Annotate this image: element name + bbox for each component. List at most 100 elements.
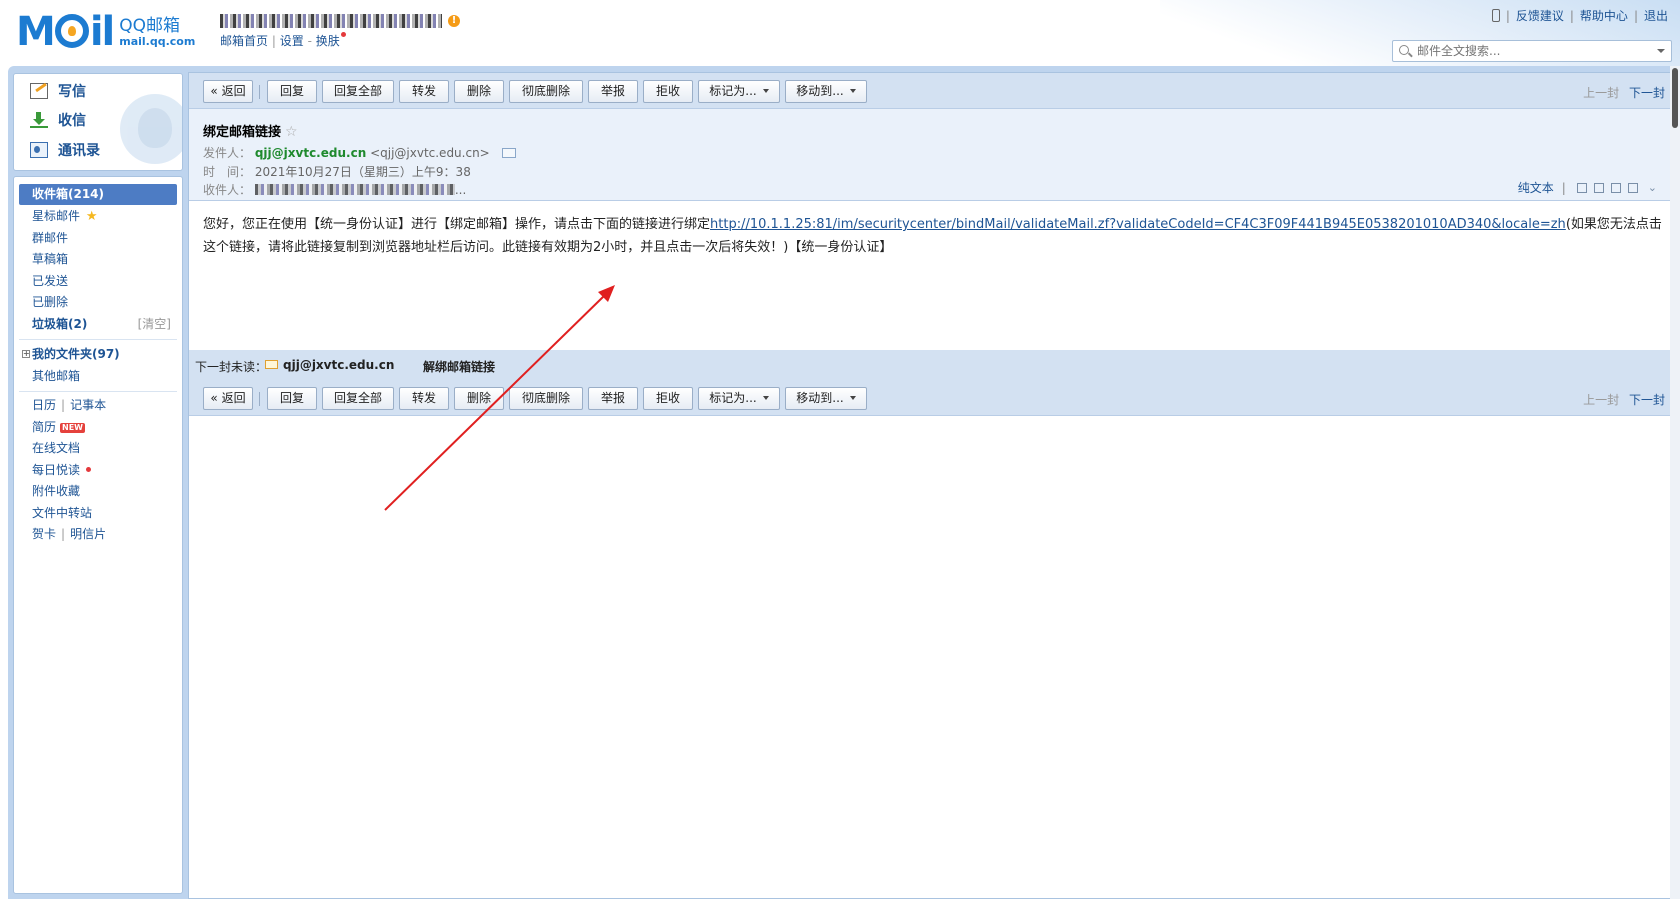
plain-text-link[interactable]: 纯文本 — [1518, 179, 1554, 196]
notification-dot-icon — [340, 32, 346, 37]
next-mail-link[interactable]: 下一封 — [1629, 86, 1665, 100]
back-button[interactable]: « 返回 — [203, 80, 253, 103]
mail-body: 您好，您正在使用【统一身份认证】进行【绑定邮箱】操作，请点击下面的链接进行绑定h… — [203, 217, 1662, 255]
settings-link[interactable]: 设置 — [280, 34, 304, 48]
search-box[interactable] — [1392, 40, 1672, 62]
qq-mail-logo[interactable]: Mil QQ邮箱 mail.qq.com — [16, 10, 195, 52]
receive-mail-button[interactable]: 收信 — [30, 109, 86, 131]
bind-mail-link[interactable]: http://10.1.1.25:81/im/securitycenter/bi… — [710, 217, 1566, 232]
prev-mail-link[interactable]: 上一封 — [1583, 393, 1619, 407]
cards-row: 贺卡 | 明信片 — [32, 527, 107, 541]
calendar-link[interactable]: 日历 — [32, 398, 56, 412]
phone-icon[interactable] — [1491, 9, 1500, 22]
divider — [19, 391, 177, 392]
move-to-dropdown[interactable]: 移动到... — [785, 80, 867, 103]
pencil-icon — [30, 83, 48, 99]
notes-link[interactable]: 记事本 — [70, 398, 106, 412]
download-icon — [30, 112, 48, 128]
header-tools: 纯文本 | ⌄ — [1517, 179, 1657, 196]
next-mail-link[interactable]: 下一封 — [1629, 393, 1665, 407]
postcard-link[interactable]: 明信片 — [70, 527, 106, 541]
mail-toolbar-bottom: « 返回 回复 回复全部 转发 删除 彻底删除 举报 拒收 标记为... 移动到… — [189, 380, 1671, 416]
contacts-button[interactable]: 通讯录 — [30, 139, 100, 161]
reject-button[interactable]: 拒收 — [643, 80, 693, 103]
star-icon: ★ — [85, 209, 98, 224]
new-badge: NEW — [60, 423, 85, 433]
notification-dot-icon — [86, 467, 92, 472]
resume-link[interactable]: 简历 NEW — [19, 417, 177, 438]
mail-pager: 上一封 下一封 — [1583, 391, 1665, 408]
time-row: 时 间： 2021年10月27日（星期三）上午9：38 — [203, 165, 471, 179]
clear-junk-link[interactable]: [清空] — [138, 314, 171, 335]
folder-other-mailboxes[interactable]: 其他邮箱 — [19, 366, 177, 387]
mail-subject: 绑定邮箱链接 ☆ — [203, 124, 298, 140]
back-button[interactable]: « 返回 — [203, 387, 253, 410]
folder-starred[interactable]: 星标邮件 ★ — [19, 206, 177, 227]
greeting-card-link[interactable]: 贺卡 — [32, 527, 56, 541]
reply-all-button[interactable]: 回复全部 — [322, 387, 394, 410]
chevron-down-icon — [849, 396, 856, 400]
forward-button[interactable]: 转发 — [399, 80, 449, 103]
chevron-down-icon[interactable]: ⌄ — [1648, 181, 1657, 194]
sender-address: <qjj@jxvtc.edu.cn> — [370, 146, 490, 160]
report-button[interactable]: 举报 — [588, 80, 638, 103]
mark-as-dropdown[interactable]: 标记为... — [698, 387, 780, 410]
mark-as-dropdown[interactable]: 标记为... — [698, 80, 780, 103]
next-unread-sender[interactable]: qjj@jxvtc.edu.cn — [283, 358, 394, 372]
forward-button[interactable]: 转发 — [399, 387, 449, 410]
logo-text: QQ邮箱 mail.qq.com — [119, 18, 195, 50]
folder-drafts[interactable]: 草稿箱 — [19, 249, 177, 270]
folder-deleted[interactable]: 已删除 — [19, 292, 177, 313]
recipient-redacted — [254, 184, 455, 195]
folder-sent[interactable]: 已发送 — [19, 271, 177, 292]
move-to-dropdown[interactable]: 移动到... — [785, 387, 867, 410]
reply-button[interactable]: 回复 — [267, 387, 317, 410]
attachment-favorites-link[interactable]: 附件收藏 — [19, 481, 177, 502]
quick-actions-panel: 写信 收信 通讯录 — [13, 73, 183, 171]
sender-name[interactable]: qjj@jxvtc.edu.cn — [255, 146, 366, 160]
feedback-link[interactable]: 反馈建议 — [1516, 7, 1564, 24]
search-input[interactable] — [1415, 43, 1645, 59]
daily-reading-link[interactable]: 每日悦读 — [19, 460, 177, 481]
reply-all-button[interactable]: 回复全部 — [322, 80, 394, 103]
help-center-link[interactable]: 帮助中心 — [1580, 7, 1628, 24]
sender-row: 发件人： qjj@jxvtc.edu.cn <qjj@jxvtc.edu.cn> — [203, 144, 516, 161]
mailbox-home-link[interactable]: 邮箱首页 — [220, 34, 268, 48]
mail-reading-pane: « 返回 回复 回复全部 转发 删除 彻底删除 举报 拒收 标记为... 移动到… — [188, 72, 1672, 899]
search-icon — [1399, 45, 1409, 55]
folder-group-mail[interactable]: 群邮件 — [19, 228, 177, 249]
print-icon[interactable] — [1627, 182, 1638, 193]
write-mail-button[interactable]: 写信 — [30, 80, 86, 102]
prev-mail-link[interactable]: 上一封 — [1583, 86, 1619, 100]
new-window-icon[interactable] — [1576, 182, 1587, 193]
download-icon[interactable] — [1610, 182, 1621, 193]
scrollbar-thumb[interactable] — [1672, 68, 1678, 128]
mail-header: 绑定邮箱链接 ☆ 发件人： qjj@jxvtc.edu.cn <qjj@jxvtc… — [189, 109, 1671, 201]
warning-icon[interactable]: ! — [448, 15, 460, 27]
change-skin-link[interactable]: 换肤 — [316, 34, 340, 48]
fullscreen-icon[interactable] — [1593, 182, 1604, 193]
delete-button[interactable]: 删除 — [454, 387, 504, 410]
delete-forever-button[interactable]: 彻底删除 — [509, 387, 583, 410]
chevron-down-icon[interactable] — [1657, 49, 1665, 53]
report-button[interactable]: 举报 — [588, 387, 638, 410]
delete-button[interactable]: 删除 — [454, 80, 504, 103]
file-transfer-link[interactable]: 文件中转站 — [19, 503, 177, 524]
next-unread-subject[interactable]: 解绑邮箱链接 — [423, 358, 495, 375]
folder-my-folders[interactable]: + 我的文件夹(97) — [19, 344, 177, 365]
reply-button[interactable]: 回复 — [267, 80, 317, 103]
folder-junk[interactable]: 垃圾箱(2) [清空] — [19, 314, 177, 335]
star-icon[interactable]: ☆ — [285, 124, 298, 140]
penguin-decoration-icon — [120, 94, 182, 164]
folder-inbox[interactable]: 收件箱(214) — [19, 184, 177, 205]
chevron-down-icon — [849, 89, 856, 93]
vcard-icon[interactable] — [501, 148, 516, 158]
reject-button[interactable]: 拒收 — [643, 387, 693, 410]
top-right-links: | 反馈建议 | 帮助中心 | 退出 — [1491, 7, 1668, 24]
vertical-scrollbar[interactable] — [1670, 66, 1680, 899]
header-nav: 邮箱首页 | 设置 - 换肤 — [220, 32, 346, 49]
online-docs-link[interactable]: 在线文档 — [19, 438, 177, 459]
delete-forever-button[interactable]: 彻底删除 — [509, 80, 583, 103]
logout-link[interactable]: 退出 — [1644, 7, 1668, 24]
expand-plus-icon[interactable]: + — [22, 350, 30, 358]
